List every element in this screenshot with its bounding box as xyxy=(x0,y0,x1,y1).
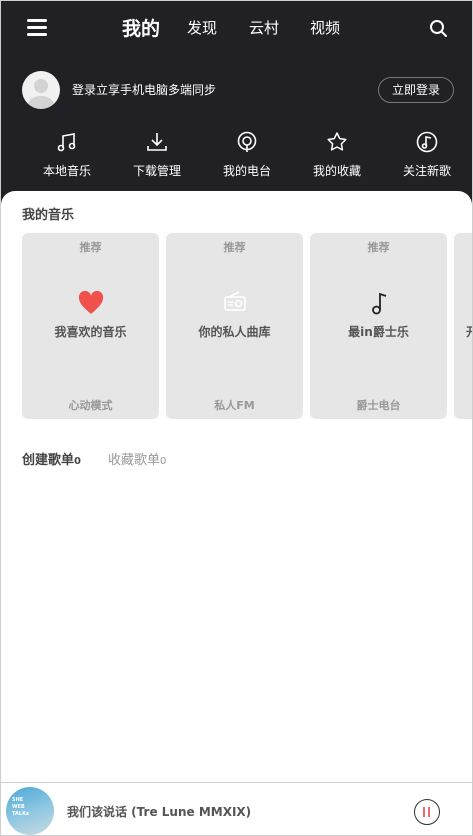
card-tag: 推荐 xyxy=(367,241,390,254)
podcast-icon xyxy=(237,131,257,152)
card-tag: 推荐 xyxy=(79,241,102,254)
mini-player[interactable]: SHE WEB TALKs 我们该说话 (Tre Lune MMXIX) xyxy=(1,782,472,835)
album-cover[interactable]: SHE WEB TALKs xyxy=(6,787,54,835)
download-icon xyxy=(147,133,167,151)
tab-created-playlists[interactable]: 创建歌单0 xyxy=(22,449,81,468)
top-nav: 我的 发现 云村 视频 xyxy=(1,1,472,57)
avatar[interactable] xyxy=(22,71,60,109)
quick-action-label: 本地音乐 xyxy=(42,164,91,178)
quick-action-label: 我的电台 xyxy=(222,164,271,178)
radio-icon xyxy=(166,291,303,317)
cover-text: TALKs xyxy=(12,811,29,817)
card-title: 你的私人曲库 xyxy=(198,325,271,339)
card-jazz[interactable]: 推荐 最in爵士乐 爵士电台 xyxy=(310,233,447,419)
quick-action-radio[interactable]: 我的电台 xyxy=(207,131,287,179)
card-partial[interactable]: 开 xyxy=(454,233,472,419)
content-sheet: 我的音乐 推荐 我喜欢的音乐 心动模式 推荐 你的私人曲库 私人FM 推荐 最i… xyxy=(1,191,472,835)
created-playlists-label: 创建歌单 xyxy=(22,453,75,468)
quick-action-new-songs[interactable]: 关注新歌 xyxy=(387,131,467,179)
card-title: 开 xyxy=(454,323,472,340)
quick-action-label: 我的收藏 xyxy=(312,164,361,178)
login-bar: 登录立享手机电脑多端同步 立即登录 xyxy=(1,69,472,113)
song-title: 我们该说话 (Tre Lune MMXIX) xyxy=(67,805,252,819)
card-subtitle: 心动模式 xyxy=(68,399,113,412)
tab-video[interactable]: 视频 xyxy=(310,17,340,38)
quick-action-local-music[interactable]: 本地音乐 xyxy=(27,131,107,179)
card-subtitle: 爵士电台 xyxy=(356,399,401,412)
header-section: 我的 发现 云村 视频 登录立享手机电脑多端同步 立即登录 本地音乐 下载管理 … xyxy=(1,1,472,207)
quick-action-label: 关注新歌 xyxy=(402,164,451,178)
section-title: 我的音乐 xyxy=(22,208,75,223)
heart-icon xyxy=(22,290,159,319)
cover-text: WEB xyxy=(12,804,25,810)
collected-playlists-label: 收藏歌单 xyxy=(108,453,161,468)
card-liked-music[interactable]: 推荐 我喜欢的音乐 心动模式 xyxy=(22,233,159,419)
login-button[interactable]: 立即登录 xyxy=(378,77,454,103)
hamburger-menu-icon[interactable] xyxy=(27,19,47,37)
tab-village[interactable]: 云村 xyxy=(249,17,279,38)
card-private-library[interactable]: 推荐 你的私人曲库 私人FM xyxy=(166,233,303,419)
login-prompt: 登录立享手机电脑多端同步 xyxy=(72,83,217,97)
pause-icon[interactable] xyxy=(414,799,440,825)
star-icon xyxy=(327,132,347,151)
tab-discover[interactable]: 发现 xyxy=(187,17,217,38)
card-title: 最in爵士乐 xyxy=(348,325,409,339)
new-song-icon xyxy=(416,131,438,153)
cover-text: SHE xyxy=(12,797,24,803)
tab-collected-playlists[interactable]: 收藏歌单0 xyxy=(108,449,166,468)
tab-mine[interactable]: 我的 xyxy=(122,14,160,41)
card-subtitle: 私人FM xyxy=(214,399,255,412)
music-note-icon xyxy=(57,133,76,152)
card-tag: 推荐 xyxy=(223,241,246,254)
search-icon[interactable] xyxy=(429,19,448,42)
quick-action-download[interactable]: 下载管理 xyxy=(117,131,197,179)
created-playlists-count: 0 xyxy=(74,456,81,467)
collected-playlists-count: 0 xyxy=(160,456,167,467)
quick-action-label: 下载管理 xyxy=(132,164,181,178)
app-frame: 我的 发现 云村 视频 登录立享手机电脑多端同步 立即登录 本地音乐 下载管理 … xyxy=(0,0,473,836)
quick-action-favorites[interactable]: 我的收藏 xyxy=(297,131,377,179)
card-title: 我喜欢的音乐 xyxy=(54,325,127,339)
music-note-icon xyxy=(310,291,447,319)
